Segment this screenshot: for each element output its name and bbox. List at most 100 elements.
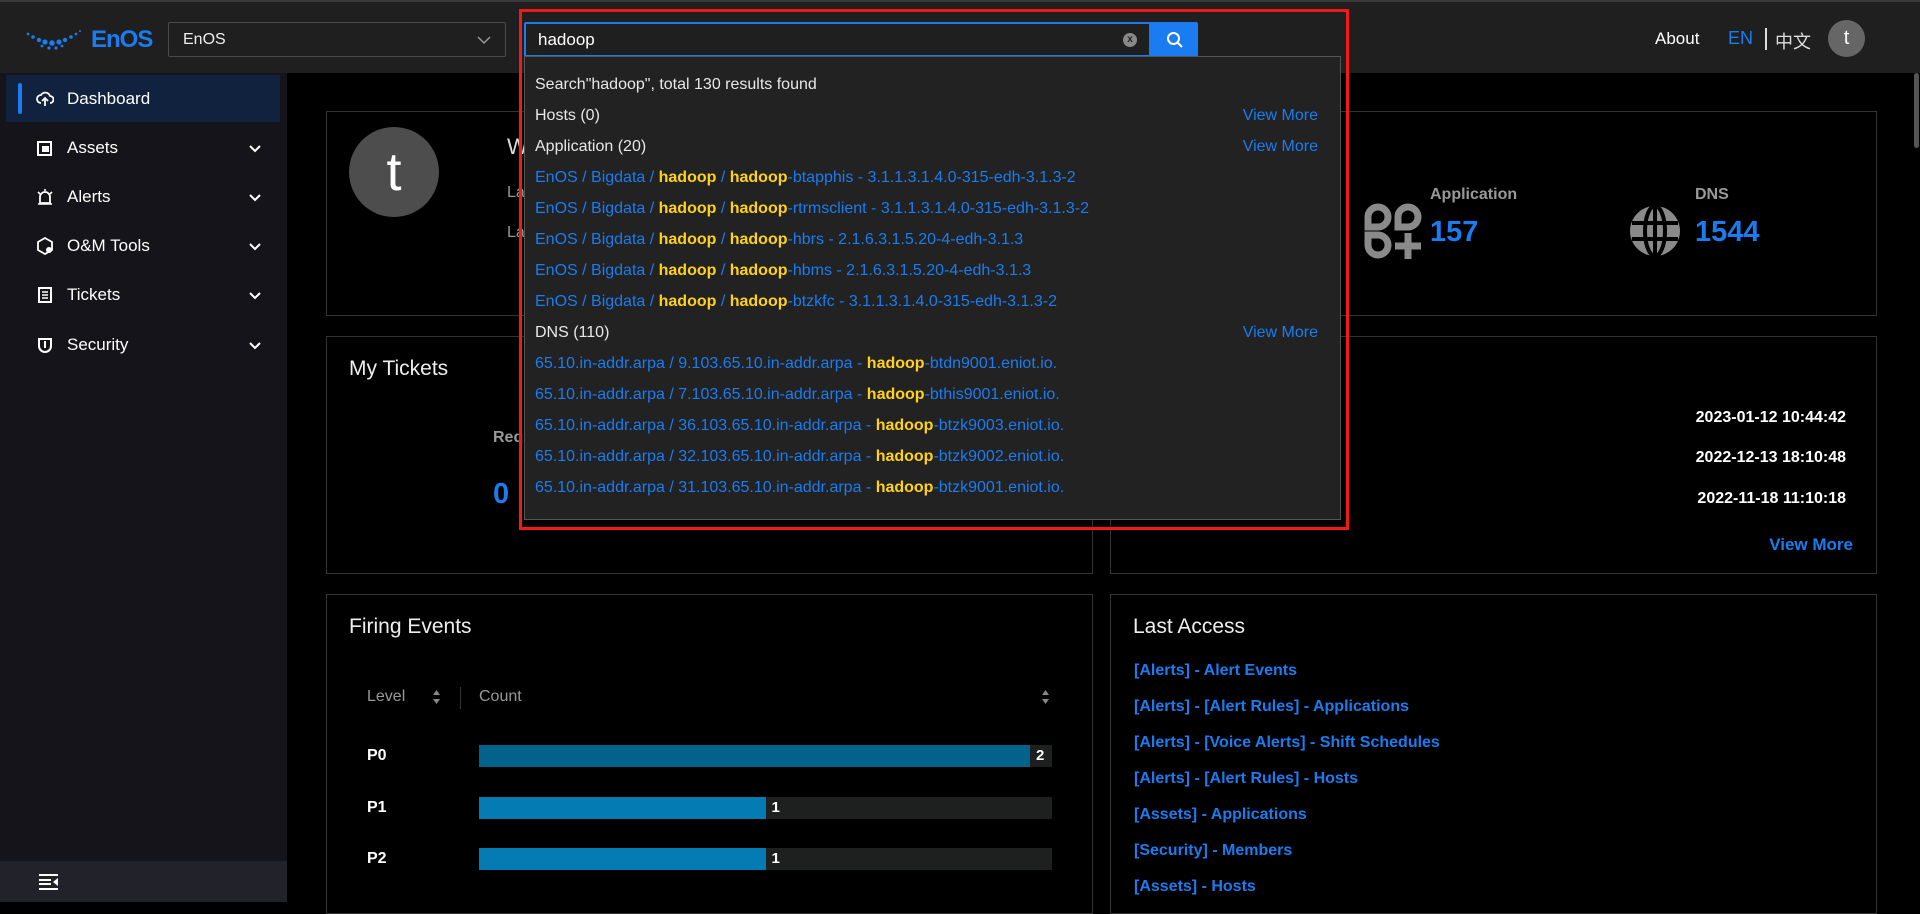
- search-result-text: -hbrs - 2.1.6.3.1.5.20-4-edh-3.1.3: [787, 231, 1024, 248]
- search-result-link[interactable]: EnOS / Bigdata / hadoop / hadoop-hbms - …: [535, 262, 1031, 280]
- column-header-level[interactable]: Level: [367, 688, 405, 706]
- count-bar-track[interactable]: 1: [479, 848, 1052, 870]
- last-access-link[interactable]: [Assets] - Applications: [1134, 806, 1307, 824]
- language-divider: [1765, 28, 1767, 50]
- column-header-count[interactable]: Count: [479, 688, 522, 706]
- search-result-text: 65.10.in-addr.arpa / 36.103.65.10.in-add…: [535, 417, 876, 434]
- last-access-link[interactable]: [Alerts] - [Alert Rules] - Applications: [1134, 698, 1409, 716]
- search-result-link[interactable]: 65.10.in-addr.arpa / 7.103.65.10.in-addr…: [535, 386, 1060, 404]
- search-result-item[interactable]: EnOS / Bigdata / hadoop / hadoop-hbms - …: [535, 259, 1318, 283]
- search-result-item[interactable]: EnOS / Bigdata / hadoop / hadoop-btzkfc …: [535, 290, 1318, 314]
- sort-icon[interactable]: [432, 689, 441, 705]
- search-result-text: /: [716, 169, 730, 186]
- level-label: P2: [367, 850, 387, 867]
- collapse-sidebar-icon[interactable]: [39, 874, 58, 890]
- search-summary: Search"hadoop", total 130 results found: [535, 73, 1318, 97]
- search-result-text: -rtrmsclient - 3.1.1.3.1.4.0-315-edh-3.1…: [787, 200, 1089, 217]
- search-result-text: -bthis9001.eniot.io.: [924, 386, 1060, 403]
- profile-info-line-2: La: [507, 224, 525, 241]
- global-search-input[interactable]: hadoop x: [524, 22, 1151, 57]
- count-bar-track[interactable]: 1: [479, 797, 1052, 819]
- chevron-down-icon[interactable]: [248, 141, 262, 155]
- logo-text: EnOS: [91, 26, 153, 53]
- search-result-item[interactable]: 65.10.in-addr.arpa / 9.103.65.10.in-addr…: [535, 352, 1318, 376]
- search-match-highlight: hadoop: [658, 293, 717, 310]
- user-avatar[interactable]: t: [1828, 20, 1865, 57]
- avatar-letter: t: [1843, 27, 1850, 49]
- search-result-text: EnOS / Bigdata /: [535, 231, 659, 248]
- sidebar-item-security[interactable]: Security: [6, 321, 280, 368]
- last-access-link[interactable]: [Alerts] - [Alert Rules] - Hosts: [1134, 770, 1358, 788]
- search-result-item[interactable]: 65.10.in-addr.arpa / 31.103.65.10.in-add…: [535, 476, 1318, 500]
- organization-select[interactable]: EnOS: [168, 22, 506, 57]
- activity-view-more-link[interactable]: View More: [1769, 535, 1853, 555]
- search-result-item[interactable]: 65.10.in-addr.arpa / 7.103.65.10.in-addr…: [535, 383, 1318, 407]
- last-access-link[interactable]: [Assets] - Hosts: [1134, 878, 1256, 896]
- search-result-text: EnOS / Bigdata /: [535, 262, 659, 279]
- sidebar-item-o-m-tools[interactable]: O&M Tools: [6, 222, 280, 269]
- enos-logo[interactable]: EnOS: [25, 26, 153, 54]
- application-stat-value[interactable]: 157: [1430, 216, 1478, 249]
- profile-avatar: t: [349, 127, 439, 217]
- sidebar-item-assets[interactable]: Assets: [6, 124, 280, 171]
- chevron-down-icon[interactable]: [248, 239, 262, 253]
- application-stat-label: Application: [1430, 186, 1518, 203]
- tickets-stat-value[interactable]: 0: [493, 478, 509, 511]
- search-result-text: EnOS / Bigdata /: [535, 169, 659, 186]
- count-bar: [479, 848, 766, 870]
- dns-stat-value[interactable]: 1544: [1695, 216, 1760, 249]
- chevron-down-icon[interactable]: [248, 190, 262, 204]
- my-tickets-title: My Tickets: [349, 357, 449, 380]
- search-result-link[interactable]: 65.10.in-addr.arpa / 36.103.65.10.in-add…: [535, 417, 1064, 435]
- sidebar-item-dashboard[interactable]: Dashboard: [6, 75, 280, 122]
- count-bar-track[interactable]: 2: [479, 745, 1052, 767]
- view-more-link[interactable]: View More: [1243, 324, 1318, 342]
- last-access-link[interactable]: [Security] - Members: [1134, 842, 1292, 860]
- search-match-highlight: hadoop: [875, 448, 934, 465]
- alarm-icon: [36, 188, 54, 206]
- search-result-item[interactable]: 65.10.in-addr.arpa / 36.103.65.10.in-add…: [535, 414, 1318, 438]
- about-link[interactable]: About: [1655, 29, 1699, 49]
- result-group-title: Application (20): [535, 138, 647, 155]
- sidebar-item-alerts[interactable]: Alerts: [6, 173, 280, 220]
- search-result-text: -btzk9003.eniot.io.: [933, 417, 1065, 434]
- sidebar-item-label: Dashboard: [67, 88, 151, 108]
- search-result-link[interactable]: EnOS / Bigdata / hadoop / hadoop-btzkfc …: [535, 293, 1057, 311]
- search-result-item[interactable]: EnOS / Bigdata / hadoop / hadoop-hbrs - …: [535, 228, 1318, 252]
- search-result-link[interactable]: 65.10.in-addr.arpa / 32.103.65.10.in-add…: [535, 448, 1064, 466]
- sidebar-item-label: O&M Tools: [67, 235, 150, 255]
- search-match-highlight: hadoop: [729, 262, 788, 279]
- column-divider: [460, 687, 461, 709]
- search-match-highlight: hadoop: [729, 293, 788, 310]
- search-result-item[interactable]: EnOS / Bigdata / hadoop / hadoop-btapphi…: [535, 166, 1318, 190]
- assets-icon: [36, 139, 54, 157]
- page-scrollbar[interactable]: [1914, 73, 1919, 148]
- search-result-item[interactable]: 65.10.in-addr.arpa / 32.103.65.10.in-add…: [535, 445, 1318, 469]
- language-en[interactable]: EN: [1728, 28, 1753, 49]
- clear-search-icon[interactable]: x: [1123, 32, 1137, 47]
- profile-info-line-1: La: [507, 184, 525, 201]
- search-result-link[interactable]: EnOS / Bigdata / hadoop / hadoop-hbrs - …: [535, 231, 1023, 249]
- search-button[interactable]: [1151, 22, 1198, 57]
- language-zh[interactable]: 中文: [1775, 28, 1811, 54]
- search-result-text: -btzk9002.eniot.io.: [933, 448, 1065, 465]
- result-group-header: DNS (110) View More: [535, 321, 1318, 345]
- view-more-link[interactable]: View More: [1243, 107, 1318, 125]
- last-access-link[interactable]: [Alerts] - Alert Events: [1134, 662, 1297, 680]
- search-result-item[interactable]: EnOS / Bigdata / hadoop / hadoop-rtrmscl…: [535, 197, 1318, 221]
- search-result-link[interactable]: 65.10.in-addr.arpa / 9.103.65.10.in-addr…: [535, 355, 1057, 373]
- search-result-text: 65.10.in-addr.arpa / 9.103.65.10.in-addr…: [535, 355, 867, 372]
- toolbox-icon: [36, 236, 54, 255]
- last-access-link[interactable]: [Alerts] - [Voice Alerts] - Shift Schedu…: [1134, 734, 1440, 752]
- search-result-text: -btzk9001.eniot.io.: [933, 479, 1065, 496]
- view-more-link[interactable]: View More: [1243, 138, 1318, 156]
- chevron-down-icon[interactable]: [248, 338, 262, 352]
- chevron-down-icon[interactable]: [248, 288, 262, 302]
- sidebar-item-tickets[interactable]: Tickets: [6, 271, 280, 318]
- dns-stat-label: DNS: [1695, 186, 1729, 203]
- sort-icon[interactable]: [1041, 689, 1050, 705]
- search-result-link[interactable]: EnOS / Bigdata / hadoop / hadoop-rtrmscl…: [535, 200, 1089, 218]
- search-result-link[interactable]: 65.10.in-addr.arpa / 31.103.65.10.in-add…: [535, 479, 1064, 497]
- search-result-link[interactable]: EnOS / Bigdata / hadoop / hadoop-btapphi…: [535, 169, 1076, 187]
- ticket-icon: [36, 286, 54, 304]
